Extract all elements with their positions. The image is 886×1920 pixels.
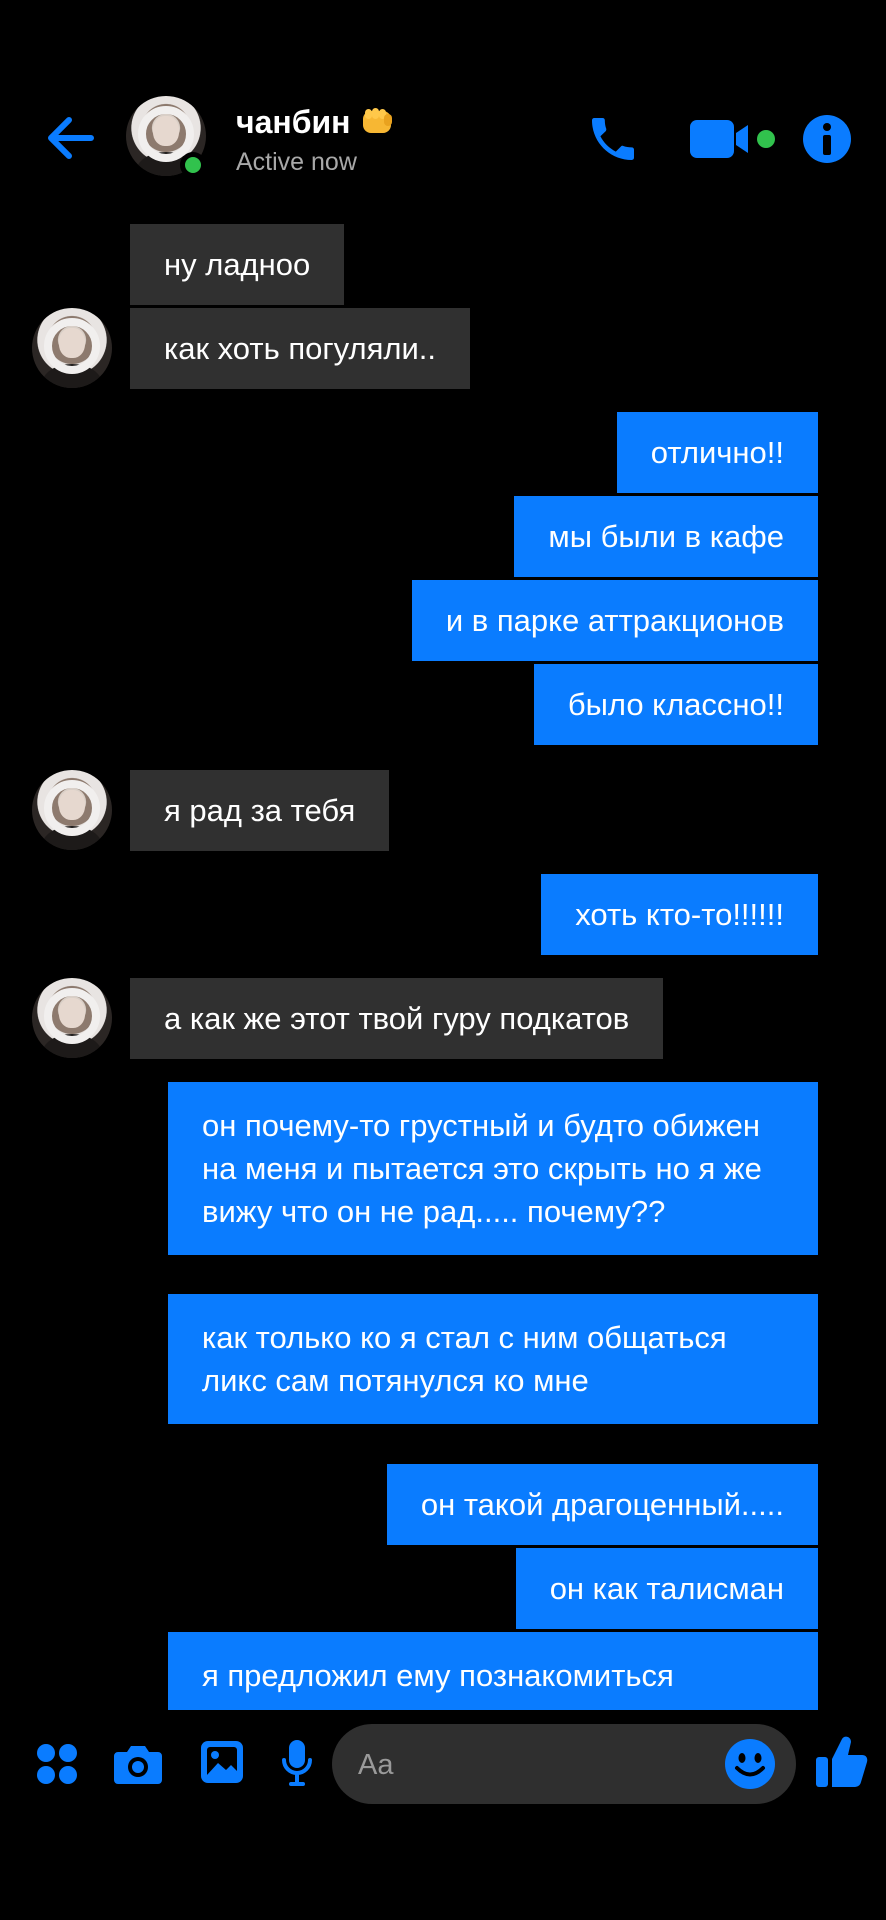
- gallery-icon: [201, 1741, 243, 1783]
- outgoing-message[interactable]: как только ко я стал с ним общаться ликс…: [168, 1294, 818, 1424]
- video-call-button[interactable]: [686, 112, 782, 166]
- camera-button[interactable]: [110, 1736, 166, 1792]
- emoji-button[interactable]: [722, 1736, 778, 1792]
- outgoing-message[interactable]: хоть кто-то!!!!!!: [541, 874, 818, 955]
- info-icon: [803, 115, 851, 163]
- incoming-message[interactable]: а как же этот твой гуру подкатов: [130, 978, 664, 1059]
- message-input[interactable]: [356, 1724, 720, 1806]
- outgoing-message[interactable]: он почему-то грустный и будто обижен на …: [168, 1082, 818, 1255]
- active-status: Active now: [236, 148, 357, 176]
- online-indicator: [180, 152, 206, 178]
- sender-avatar[interactable]: [32, 770, 112, 850]
- outgoing-message[interactable]: он как талисман: [515, 1548, 818, 1629]
- apps-grid-icon: [37, 1744, 77, 1784]
- incoming-message[interactable]: как хоть погуляли..: [130, 308, 470, 389]
- voice-call-button[interactable]: [578, 108, 648, 170]
- message-composer: [0, 1710, 886, 1920]
- outgoing-message[interactable]: он такой драгоценный.....: [386, 1464, 818, 1545]
- thumbs-up-icon: [816, 1736, 868, 1787]
- chat-header: чанбин Active now: [0, 0, 886, 210]
- contact-avatar[interactable]: [126, 96, 210, 180]
- fist-emoji-icon: [363, 108, 393, 133]
- microphone-icon: [282, 1740, 312, 1786]
- emoji-icon: [725, 1739, 775, 1789]
- message-field[interactable]: [332, 1724, 796, 1806]
- outgoing-message[interactable]: и в парке аттракционов: [411, 580, 818, 661]
- sender-avatar[interactable]: [32, 308, 112, 388]
- gallery-button[interactable]: [196, 1734, 248, 1790]
- contact-name[interactable]: чанбин: [236, 104, 394, 141]
- voice-message-button[interactable]: [278, 1734, 316, 1792]
- info-button[interactable]: [798, 110, 856, 168]
- apps-button[interactable]: [32, 1736, 82, 1792]
- outgoing-message[interactable]: отлично!!: [616, 412, 818, 493]
- phone-icon: [592, 118, 634, 160]
- contact-name-text: чанбин: [236, 104, 351, 140]
- incoming-message[interactable]: я рад за тебя: [130, 770, 390, 851]
- camera-icon: [114, 1746, 162, 1784]
- outgoing-message[interactable]: мы были в кафе: [514, 496, 818, 577]
- incoming-message[interactable]: ну ладноо: [130, 224, 345, 305]
- outgoing-message[interactable]: я предложил ему познакомиться: [168, 1632, 818, 1710]
- back-button[interactable]: [40, 112, 100, 164]
- back-arrow-icon: [48, 117, 94, 159]
- message-list[interactable]: ну ладноо как хоть погуляли.. отлично!! …: [0, 210, 886, 1710]
- sender-avatar[interactable]: [32, 978, 112, 1058]
- outgoing-message[interactable]: было классно!!: [533, 664, 818, 745]
- thumbs-up-button[interactable]: [812, 1730, 870, 1792]
- video-camera-icon: [690, 120, 775, 158]
